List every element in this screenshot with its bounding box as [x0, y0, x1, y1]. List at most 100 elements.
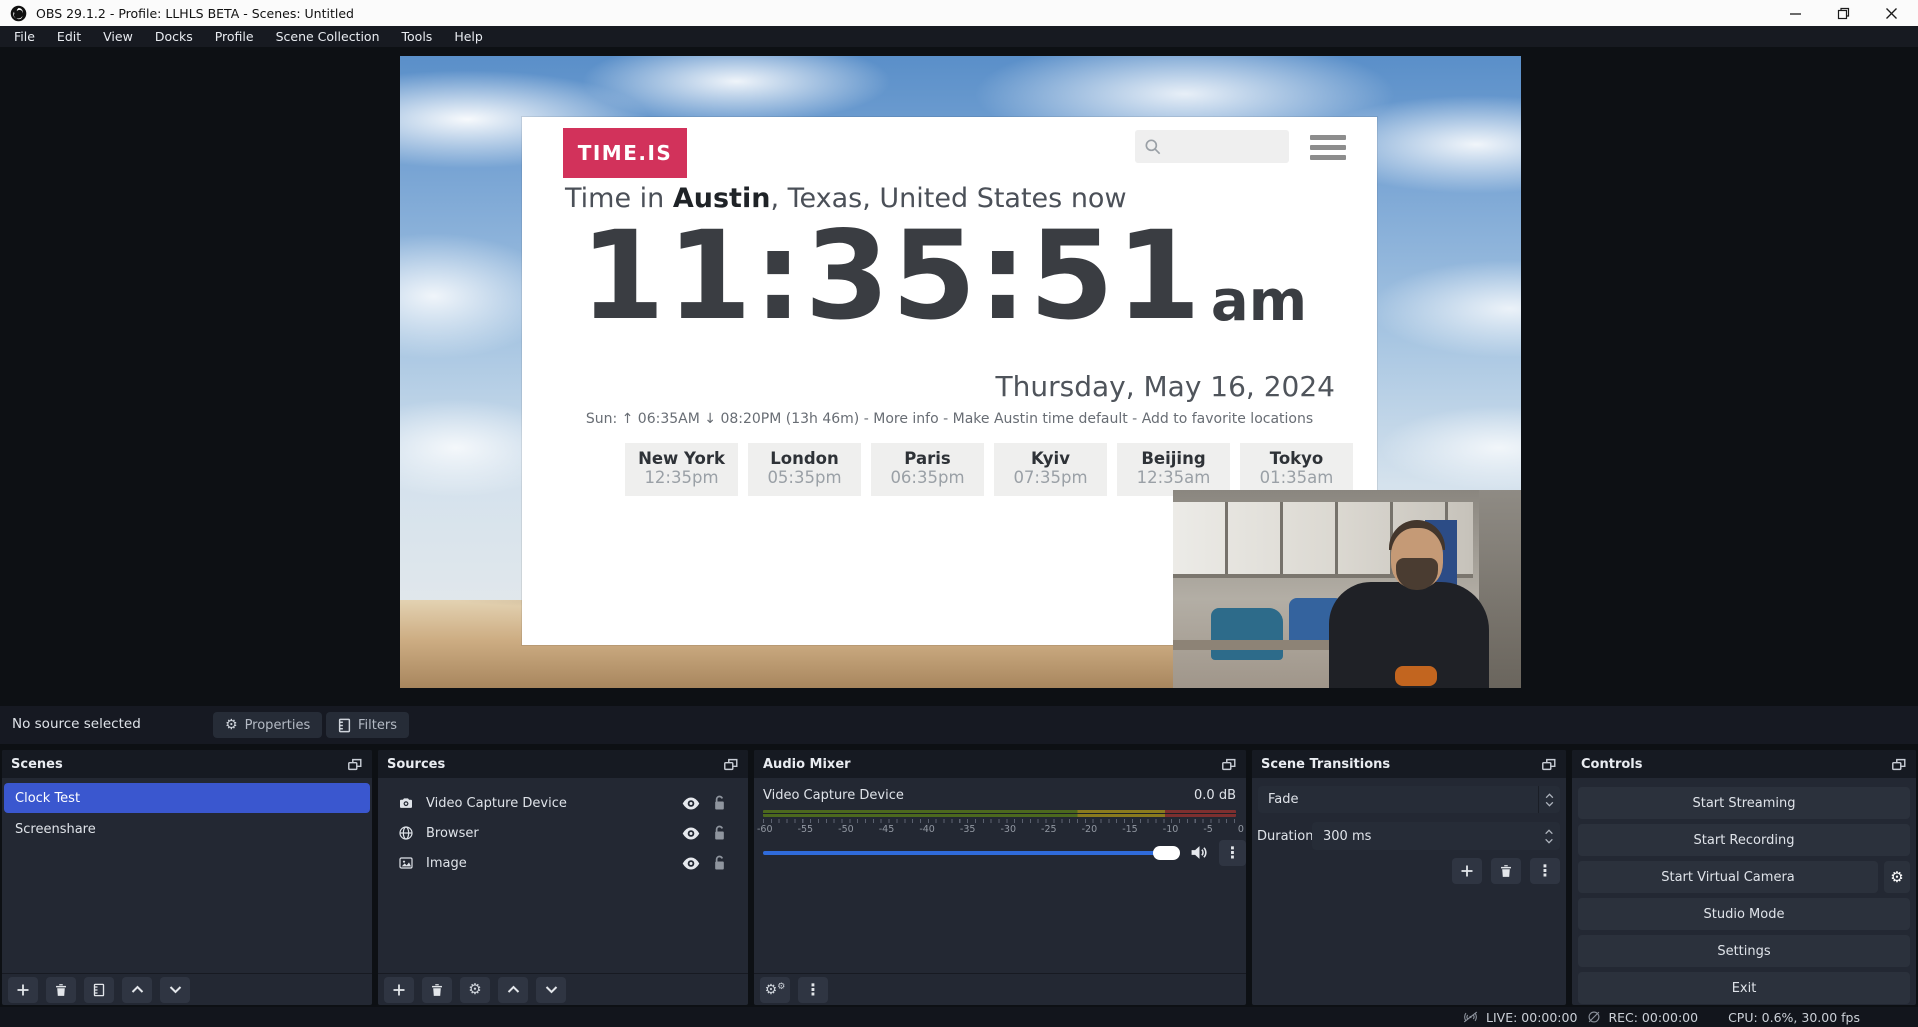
menu-help[interactable]: Help — [443, 26, 494, 47]
timeis-ampm: am — [1211, 274, 1307, 330]
menu-tools[interactable]: Tools — [391, 26, 444, 47]
controls-panel: Controls Start Streaming Start Recording… — [1572, 750, 1916, 1005]
advanced-audio-button[interactable]: ⚙⚙ — [760, 977, 790, 1003]
menu-view[interactable]: View — [92, 26, 144, 47]
timeis-sun-info: Sun: ↑ 06:35AM ↓ 08:20PM (13h 46m) - Mor… — [522, 411, 1377, 427]
hamburger-menu-icon — [1310, 135, 1346, 160]
menu-edit[interactable]: Edit — [46, 26, 92, 47]
menu-profile[interactable]: Profile — [204, 26, 265, 47]
duration-label: Duration — [1257, 829, 1313, 844]
popout-icon[interactable] — [347, 757, 363, 772]
add-transition-button[interactable] — [1452, 858, 1482, 884]
settings-button[interactable]: Settings — [1578, 935, 1910, 967]
scenes-panel: Scenes Clock Test Screenshare — [2, 750, 372, 1005]
scene-item-clock-test[interactable]: Clock Test — [4, 783, 370, 813]
camera-icon — [398, 795, 414, 811]
unlock-icon[interactable] — [713, 795, 726, 811]
eye-icon[interactable] — [682, 827, 700, 840]
move-source-up-button[interactable] — [498, 977, 528, 1003]
unlock-icon[interactable] — [713, 855, 726, 871]
minimize-button[interactable] — [1788, 6, 1802, 20]
world-cities-row: New York12:35pm London05:35pm Paris06:35… — [625, 443, 1353, 496]
kebab-icon: ⋮ — [1225, 845, 1241, 861]
scenes-toolbar — [2, 973, 372, 1005]
city-card: Beijing12:35am — [1117, 443, 1230, 496]
gear-icon: ⚙ — [225, 718, 238, 732]
eye-icon[interactable] — [682, 857, 700, 870]
meter-scale-labels: -60-55-50-45-40-35-30-25-20-15-10-50 — [757, 824, 1244, 835]
menu-scene-collection[interactable]: Scene Collection — [265, 26, 391, 47]
menu-docks[interactable]: Docks — [144, 26, 204, 47]
timeis-search-box — [1135, 130, 1289, 163]
popout-icon[interactable] — [723, 757, 739, 772]
speaker-icon[interactable] — [1190, 844, 1209, 861]
filters-button[interactable]: Filters — [326, 712, 409, 738]
city-card: London05:35pm — [748, 443, 861, 496]
context-bar: No source selected ⚙ Properties Filters — [0, 706, 1918, 744]
sources-toolbar: ⚙ — [378, 973, 748, 1005]
add-scene-button[interactable] — [8, 977, 38, 1003]
sources-title: Sources — [387, 757, 445, 772]
webcam-source[interactable] — [1173, 490, 1521, 688]
virtual-camera-settings-button[interactable]: ⚙ — [1884, 861, 1910, 893]
scene-item-screenshare[interactable]: Screenshare — [4, 814, 370, 844]
spinbox-arrows-icon[interactable] — [1538, 822, 1560, 850]
add-source-button[interactable] — [384, 977, 414, 1003]
chevron-down-icon — [169, 985, 182, 994]
gear-icon: ⚙ — [1890, 870, 1903, 885]
make-default-link: Make Austin time default — [953, 411, 1128, 427]
city-card: Kyiv07:35pm — [994, 443, 1107, 496]
start-streaming-button[interactable]: Start Streaming — [1578, 787, 1910, 819]
source-row-image[interactable]: Image — [378, 848, 748, 878]
chevron-down-icon — [545, 985, 558, 994]
timeis-date: Thursday, May 16, 2024 — [996, 370, 1335, 403]
source-row-browser[interactable]: Browser — [378, 818, 748, 848]
menu-bar: File Edit View Docks Profile Scene Colle… — [0, 26, 1918, 47]
remove-source-button[interactable] — [422, 977, 452, 1003]
scene-filters-button[interactable] — [84, 977, 114, 1003]
start-virtual-camera-button[interactable]: Start Virtual Camera — [1578, 861, 1878, 893]
close-button[interactable] — [1884, 6, 1898, 20]
start-recording-button[interactable]: Start Recording — [1578, 824, 1910, 856]
duration-spinbox[interactable]: 300 ms — [1312, 822, 1560, 850]
source-properties-button[interactable]: ⚙ — [460, 977, 490, 1003]
obs-logo-icon — [10, 5, 27, 22]
move-scene-up-button[interactable] — [122, 977, 152, 1003]
move-source-down-button[interactable] — [536, 977, 566, 1003]
popout-icon[interactable] — [1891, 757, 1907, 772]
popout-icon[interactable] — [1221, 757, 1237, 772]
office-chair — [1211, 608, 1283, 660]
cpu-fps-status: CPU: 0.6%, 30.00 fps — [1728, 1010, 1860, 1025]
transition-menu-button[interactable]: ⋮ — [1530, 858, 1560, 884]
dock-area: Scenes Clock Test Screenshare Sources Vi… — [0, 744, 1918, 1007]
eye-icon[interactable] — [682, 797, 700, 810]
trash-icon — [1499, 864, 1513, 878]
mixer-menu-button[interactable]: ⋮ — [798, 977, 828, 1003]
transitions-toolbar: ⋮ — [1452, 858, 1560, 884]
remove-scene-button[interactable] — [46, 977, 76, 1003]
mixer-toolbar: ⚙⚙ ⋮ — [754, 973, 1246, 1005]
unlock-icon[interactable] — [713, 825, 726, 841]
trash-icon — [54, 983, 68, 997]
source-row-video-capture[interactable]: Video Capture Device — [378, 788, 748, 818]
studio-mode-button[interactable]: Studio Mode — [1578, 898, 1910, 930]
gear-icon: ⚙ — [468, 982, 481, 997]
stream-inactive-icon — [1462, 1010, 1479, 1024]
live-status: LIVE: 00:00:00 — [1462, 1010, 1577, 1025]
volume-slider-handle[interactable] — [1153, 846, 1180, 860]
remove-transition-button[interactable] — [1491, 858, 1521, 884]
move-scene-down-button[interactable] — [160, 977, 190, 1003]
properties-button[interactable]: ⚙ Properties — [213, 712, 322, 738]
exit-button[interactable]: Exit — [1578, 972, 1910, 1004]
transition-select[interactable]: Fade — [1258, 786, 1560, 813]
popout-icon[interactable] — [1541, 757, 1557, 772]
volume-slider-row: ⋮ — [763, 840, 1238, 866]
plus-icon — [393, 984, 405, 996]
program-preview[interactable]: TIME.IS Time in Austin, Texas, United St… — [400, 56, 1521, 688]
chevron-up-icon — [131, 985, 144, 994]
menu-file[interactable]: File — [3, 26, 46, 47]
mixer-channel-menu-button[interactable]: ⋮ — [1219, 840, 1246, 866]
restore-button[interactable] — [1836, 6, 1850, 20]
volume-slider-track[interactable] — [763, 851, 1169, 855]
no-source-selected-label: No source selected — [12, 716, 141, 732]
